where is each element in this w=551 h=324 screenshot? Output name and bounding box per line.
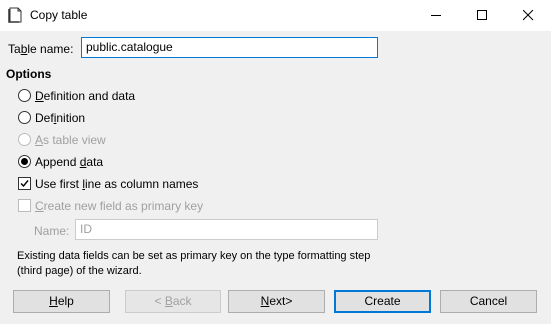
next-button[interactable]: Next> [228, 290, 325, 313]
radio-button [18, 133, 31, 146]
title-bar[interactable]: Copy table [0, 0, 551, 31]
cancel-button[interactable]: Cancel [440, 290, 537, 313]
checkbox-label: Create new field as primary key [35, 199, 204, 213]
close-icon [523, 10, 534, 21]
radio-label: As table view [35, 133, 106, 147]
radio-label: Definition and data [35, 89, 136, 103]
options-heading: Options [6, 67, 52, 81]
maximize-button[interactable] [459, 0, 505, 31]
help-button[interactable]: Help [13, 290, 110, 313]
minimize-button[interactable] [413, 0, 459, 31]
minimize-icon [431, 15, 441, 16]
radio-button[interactable] [18, 155, 31, 168]
radio-button[interactable] [18, 89, 31, 102]
name-input: ID [75, 219, 378, 240]
window-title: Copy table [30, 8, 88, 22]
radio-button[interactable] [18, 111, 31, 124]
info-text-line2: (third page) of the wizard. [17, 265, 142, 277]
table-name-label: Table name: [8, 42, 74, 56]
close-button[interactable] [505, 0, 551, 31]
radio-label: Definition [35, 111, 86, 125]
name-label: Name: [34, 224, 70, 238]
back-button: < Back [125, 290, 221, 313]
checkbox-label: Use first line as column names [35, 177, 199, 191]
radio-label: Append data [35, 155, 104, 169]
info-text-line1: Existing data fields can be set as prima… [17, 250, 371, 262]
checkbox[interactable] [18, 177, 31, 190]
create-button[interactable]: Create [334, 290, 431, 313]
checkbox [18, 199, 31, 212]
app-icon [8, 7, 24, 23]
table-name-input[interactable]: public.catalogue [81, 37, 378, 58]
maximize-icon [477, 10, 487, 20]
checkmark-icon [20, 180, 29, 188]
